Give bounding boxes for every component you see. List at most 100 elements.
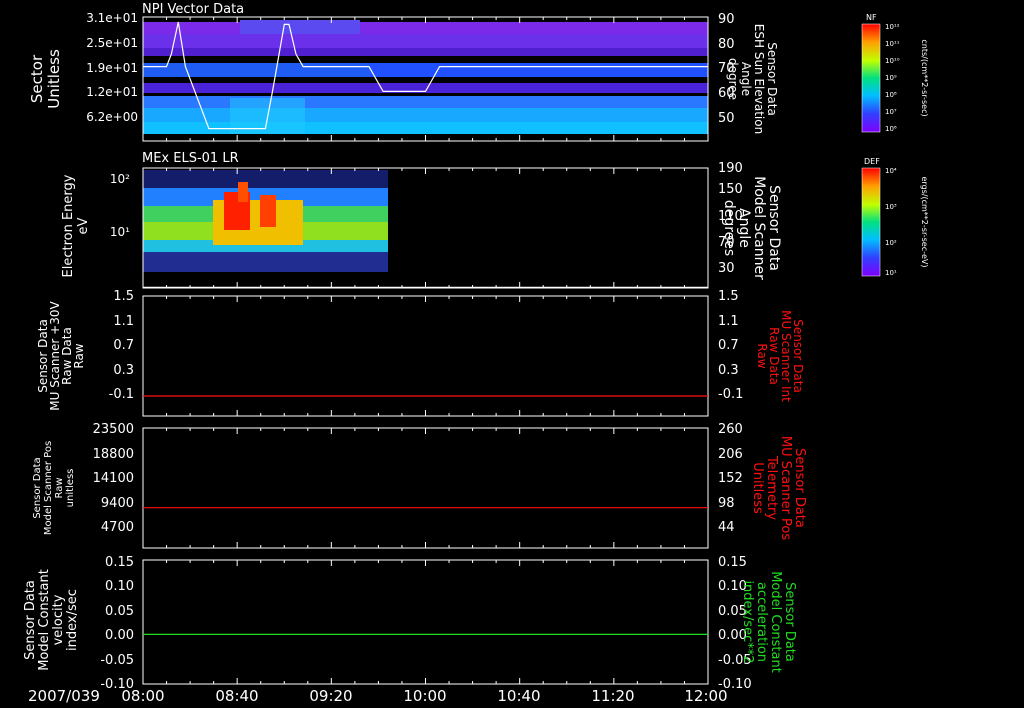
p5-ytick-2: 0.10	[105, 579, 134, 594]
p3-ytick-1: 1.5	[113, 289, 134, 304]
p5-ytick-3: 0.05	[105, 604, 134, 619]
colorbar-nf: NF 10¹² 10¹¹ 10¹⁰ 10⁹ 10⁸ 10⁷ 10⁶ cnts/(…	[861, 13, 929, 133]
npi-rlabel-1: Sensor Data	[765, 42, 779, 116]
p3-rlabel-4: Raw	[755, 343, 769, 368]
p5-ytick-5: -0.05	[100, 653, 134, 668]
npi-heatmap-cells	[143, 17, 708, 141]
cb-def-tick-1: 10⁴	[885, 167, 897, 175]
panel-scanner-30v-ticks	[142, 296, 709, 416]
p4-rtick-5: 44	[718, 520, 735, 535]
colorbar-def: DEF 10⁴ 10³ 10² 10¹ ergs/(cm**2-sr-sec-e…	[861, 157, 929, 277]
cb-def-tick-2: 10³	[885, 203, 897, 211]
p5-rlabel-3: acceleration	[754, 582, 769, 662]
p5-rlabel-1: Sensor Data	[782, 582, 797, 662]
p3-ylabel-4: Raw	[72, 343, 86, 368]
date-label: 2007/039	[28, 687, 100, 705]
p4-ytick-2: 18800	[93, 447, 134, 462]
p5-ytick-4: 0.00	[105, 628, 134, 643]
panel-scanner-30v: 1.5 1.1 0.7 0.3 -0.1 Sensor Data MU Scan…	[36, 289, 805, 417]
p3-rtick-2: 1.1	[718, 314, 739, 329]
cb-nf-unit: cnts/(cm**2-sr-sec)	[920, 39, 929, 116]
els-ytick-2: 10¹	[110, 225, 130, 239]
npi-rtick-5: 50	[718, 111, 735, 126]
p5-rlabel-2: Model Constant	[768, 571, 783, 673]
time-axis: 2007/039 08:00 08:40 09:20 10:00 10:40 1…	[28, 687, 728, 705]
p5-ylabel-3: velocity	[51, 594, 66, 645]
cb-nf-tick-3: 10¹⁰	[885, 57, 900, 65]
panel-els-title: MEx ELS-01 LR	[142, 151, 239, 166]
p3-rtick-3: 0.7	[718, 338, 739, 353]
els-ytick-1: 10²	[110, 172, 130, 186]
cb-def-label: DEF	[864, 157, 880, 166]
p4-ylabel-1: Sensor Data	[32, 457, 43, 518]
npi-rlabel-3: Angle	[739, 62, 753, 96]
npi-ytick-2: 2.5e+01	[86, 36, 138, 50]
cb-nf-bar	[861, 23, 881, 133]
npi-ytick-4: 1.2e+01	[86, 85, 138, 99]
p5-ylabel-2: Model Constant	[37, 569, 52, 671]
p3-rtick-5: -0.1	[718, 387, 743, 402]
npi-ylabel-1: Sector	[28, 54, 46, 103]
p4-rlabel-2: MU Scanner Pos	[778, 436, 793, 541]
npi-ytick-1: 3.1e+01	[86, 11, 138, 25]
els-ylabel-1: Electron Energy	[61, 174, 76, 277]
p5-ylabel-1: Sensor Data	[23, 580, 38, 660]
cb-nf-tick-1: 10¹²	[885, 23, 900, 31]
cb-nf-tick-6: 10⁷	[885, 108, 897, 116]
xtick-0840: 08:40	[215, 687, 258, 705]
p3-ytick-3: 0.7	[113, 338, 134, 353]
p4-ytick-4: 9400	[101, 496, 134, 511]
p4-ylabel-3: Raw	[54, 477, 65, 498]
els-rlabel-4: degrees	[721, 200, 737, 256]
npi-rtick-2: 80	[718, 37, 735, 52]
cb-nf-tick-7: 10⁶	[885, 125, 897, 133]
els-rtick-1: 190	[718, 161, 743, 176]
xtick-1120: 11:20	[591, 687, 634, 705]
npi-ylabel-2: Unitless	[45, 49, 63, 109]
p5-ytick-1: 0.15	[105, 555, 134, 570]
p3-ytick-2: 1.1	[113, 314, 134, 329]
els-ylabel-2: eV	[76, 217, 91, 234]
p4-rtick-1: 260	[718, 422, 743, 437]
p5-ylabel-4: index/sec	[65, 589, 80, 651]
panel-els: MEx ELS-01 LR 10² 10¹ Electron Energy eV…	[61, 151, 782, 289]
p4-ylabel-4: unitless	[65, 469, 76, 508]
cb-nf-tick-5: 10⁸	[885, 91, 897, 99]
npi-ytick-3: 1.9e+01	[86, 61, 138, 75]
p5-rlabel-4: index/sec**2	[740, 580, 755, 663]
xtick-0800: 08:00	[121, 687, 164, 705]
p4-rlabel-1: Sensor Data	[792, 448, 807, 528]
cb-nf-tick-4: 10⁹	[885, 74, 897, 82]
p3-rtick-4: 0.3	[718, 363, 739, 378]
panel-model-constant: 0.15 0.10 0.05 0.00 -0.05 -0.10 Sensor D…	[23, 555, 797, 692]
p4-ytick-5: 4700	[101, 520, 134, 535]
cb-def-tick-4: 10¹	[885, 269, 897, 277]
p4-rtick-3: 152	[718, 471, 743, 486]
summary-plot: NPI Vector Data 3.1e+01 2.5e+01 1.9e+01 …	[23, 2, 929, 705]
panel-scanner-pos: 23500 18800 14100 9400 4700 Sensor Data …	[32, 422, 807, 549]
p4-ytick-3: 14100	[93, 471, 134, 486]
els-rlabel-3: Angle	[736, 208, 752, 248]
cb-def-tick-3: 10²	[885, 239, 897, 247]
els-rlabel-2: Model Scanner	[751, 176, 767, 280]
els-rlabel-1: Sensor Data	[766, 185, 782, 271]
npi-rlabel-2: ESH Sun Elevation	[752, 24, 766, 134]
npi-rlabel-4: degree	[726, 58, 740, 100]
els-rtick-2: 150	[718, 182, 743, 197]
cb-nf-label: NF	[866, 13, 877, 22]
xtick-1000: 10:00	[403, 687, 446, 705]
xtick-1200: 12:00	[684, 687, 727, 705]
p4-rlabel-3: Telemetry	[764, 455, 779, 520]
p3-rtick-1: 1.5	[718, 289, 739, 304]
panel-npi: NPI Vector Data 3.1e+01 2.5e+01 1.9e+01 …	[28, 2, 779, 142]
p4-ytick-1: 23500	[93, 422, 134, 437]
npi-rtick-1: 90	[718, 12, 735, 27]
cb-nf-tick-2: 10¹¹	[885, 40, 900, 48]
p5-rtick-1: 0.15	[718, 555, 747, 570]
panel-scanner-pos-ticks	[142, 428, 709, 548]
panel-model-constant-ticks	[142, 560, 709, 684]
xtick-1040: 10:40	[497, 687, 540, 705]
cb-def-bar	[861, 167, 881, 277]
p3-ytick-4: 0.3	[113, 363, 134, 378]
p4-rtick-2: 206	[718, 447, 743, 462]
